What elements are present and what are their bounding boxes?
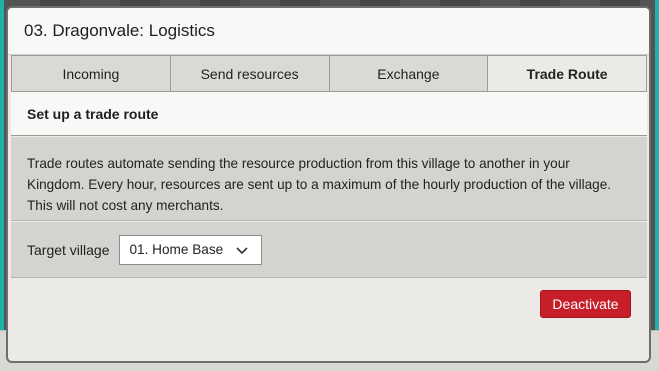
- description-line-2: Kingdom. Every hour, resources are sent …: [27, 177, 612, 192]
- tab-send-resources[interactable]: Send resources: [171, 56, 330, 91]
- dialog-title: 03. Dragonvale: Logistics: [8, 8, 649, 55]
- dialog-footer: Deactivate: [11, 279, 647, 332]
- tab-exchange[interactable]: Exchange: [330, 56, 489, 91]
- chevron-down-icon: [235, 246, 248, 254]
- trade-route-description: Trade routes automate sending the resour…: [11, 137, 647, 221]
- target-village-select[interactable]: 01. Home Base: [118, 234, 262, 265]
- target-village-value: 01. Home Base: [129, 242, 224, 257]
- description-line-3: This will not cost any merchants.: [27, 198, 224, 213]
- target-village-label: Target village: [27, 241, 110, 258]
- tab-trade-route[interactable]: Trade Route: [488, 56, 646, 91]
- logistics-tabs: Incoming Send resources Exchange Trade R…: [11, 55, 647, 92]
- description-line-1: Trade routes automate sending the resour…: [27, 156, 570, 171]
- left-window-edge: [0, 0, 4, 370]
- logistics-dialog: 03. Dragonvale: Logistics Incoming Send …: [6, 6, 651, 363]
- target-village-row: Target village 01. Home Base: [11, 222, 647, 278]
- section-title: Set up a trade route: [11, 92, 647, 136]
- deactivate-button[interactable]: Deactivate: [540, 290, 631, 318]
- right-window-edge: [655, 0, 659, 370]
- tab-incoming[interactable]: Incoming: [12, 56, 171, 91]
